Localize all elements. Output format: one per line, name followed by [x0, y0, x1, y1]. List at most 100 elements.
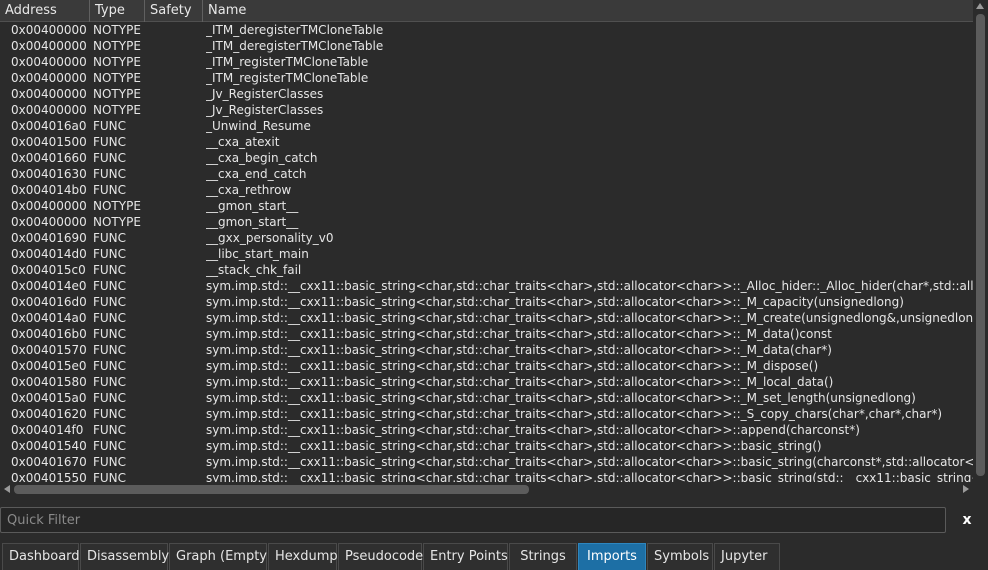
table-row[interactable]: 0x00400000 NOTYPE _ITM_deregisterTMCloneTa…: [0, 22, 973, 38]
cell-type: NOTYPE: [93, 23, 141, 37]
table-row[interactable]: 0x00400000 NOTYPE _ITM_registerTMCloneTabl…: [0, 54, 973, 70]
table-row[interactable]: 0x004014f0 FUNC sym.imp.std::__cxx11::basi…: [0, 422, 973, 438]
cell-type: FUNC: [93, 359, 127, 373]
cell-address: 0x00401670: [11, 455, 87, 469]
cell-name: __cxa_rethrow: [206, 183, 292, 197]
cell-name: _Unwind_Resume: [206, 119, 311, 133]
cell-name: sym.imp.std::__cxx11::basic_string<char,…: [206, 311, 973, 325]
table-row[interactable]: 0x004015a0 FUNC sym.imp.std::__cxx11::basi…: [0, 390, 973, 406]
table-row[interactable]: 0x00400000 NOTYPE _Jv_RegisterClasses: [0, 102, 973, 118]
tab-entry-points[interactable]: Entry Points: [423, 543, 508, 570]
table-row[interactable]: 0x004015c0 FUNC __stack_chk_fail: [0, 262, 973, 278]
cell-address: 0x00400000: [11, 55, 87, 69]
table-row[interactable]: 0x004014e0 FUNC sym.imp.std::__cxx11::basi…: [0, 278, 973, 294]
table-row[interactable]: 0x004014b0 FUNC __cxa_rethrow: [0, 182, 973, 198]
tab-jupyter[interactable]: Jupyter: [714, 543, 780, 570]
clear-filter-button[interactable]: x: [954, 507, 980, 533]
table-row[interactable]: 0x00400000 NOTYPE __gmon_start__: [0, 214, 973, 230]
tab-disassembly[interactable]: Disassembly: [80, 543, 169, 570]
cell-type: FUNC: [93, 295, 127, 309]
cell-address: 0x004015a0: [11, 391, 87, 405]
scroll-right-arrow-icon[interactable]: [963, 485, 969, 493]
vertical-scroll-thumb[interactable]: [976, 14, 985, 476]
column-header-name[interactable]: Name: [203, 0, 973, 22]
tab-dashboard[interactable]: Dashboard: [2, 543, 80, 570]
cell-type: NOTYPE: [93, 55, 141, 69]
table-row[interactable]: 0x004014a0 FUNC sym.imp.std::__cxx11::basi…: [0, 310, 973, 326]
table-row[interactable]: 0x00401670 FUNC sym.imp.std::__cxx11::basi…: [0, 454, 973, 470]
cell-name: sym.imp.std::__cxx11::basic_string<char,…: [206, 407, 943, 421]
table-row[interactable]: 0x00401660 FUNC __cxa_begin_catch: [0, 150, 973, 166]
cell-type: FUNC: [93, 311, 127, 325]
cell-address: 0x00400000: [11, 215, 87, 229]
cell-address: 0x004015e0: [11, 359, 87, 373]
cell-address: 0x004015c0: [11, 263, 86, 277]
cell-address: 0x00401550: [11, 471, 87, 482]
horizontal-scrollbar[interactable]: [0, 482, 973, 497]
table-header: Address Type Safety Name: [0, 0, 973, 22]
column-header-type[interactable]: Type: [90, 0, 145, 22]
table-row[interactable]: 0x00400000 NOTYPE _ITM_registerTMCloneTabl…: [0, 70, 973, 86]
cell-name: sym.imp.std::__cxx11::basic_string<char,…: [206, 471, 973, 482]
cell-type: FUNC: [93, 375, 127, 389]
cell-type: FUNC: [93, 343, 127, 357]
tab-imports[interactable]: Imports: [578, 543, 646, 570]
cell-type: FUNC: [93, 119, 127, 133]
tab-graph[interactable]: Graph (Empty): [169, 543, 272, 570]
table-row[interactable]: 0x004016a0 FUNC _Unwind_Resume: [0, 118, 973, 134]
cell-type: NOTYPE: [93, 87, 141, 101]
cell-address: 0x00400000: [11, 39, 87, 53]
cell-name: sym.imp.std::__cxx11::basic_string<char,…: [206, 343, 832, 357]
column-header-address[interactable]: Address: [0, 0, 90, 22]
tab-symbols[interactable]: Symbols: [647, 543, 713, 570]
table-row[interactable]: 0x00401620 FUNC sym.imp.std::__cxx11::basi…: [0, 406, 973, 422]
cell-type: FUNC: [93, 439, 127, 453]
cell-address: 0x00401690: [11, 231, 87, 245]
table-row[interactable]: 0x004016b0 FUNC sym.imp.std::__cxx11::basi…: [0, 326, 973, 342]
cell-address: 0x004014a0: [11, 311, 87, 325]
cell-address: 0x004014b0: [11, 183, 87, 197]
tab-strings[interactable]: Strings: [509, 543, 577, 570]
table-row[interactable]: 0x00401570 FUNC sym.imp.std::__cxx11::basi…: [0, 342, 973, 358]
cell-type: FUNC: [93, 263, 127, 277]
cell-type: FUNC: [93, 231, 127, 245]
tab-pseudocode[interactable]: Pseudocode: [338, 543, 423, 570]
cell-type: FUNC: [93, 167, 127, 181]
table-row[interactable]: 0x00401500 FUNC __cxa_atexit: [0, 134, 973, 150]
cell-address: 0x00400000: [11, 23, 87, 37]
cell-type: FUNC: [93, 135, 127, 149]
table-row[interactable]: 0x004016d0 FUNC sym.imp.std::__cxx11::basi…: [0, 294, 973, 310]
quick-filter-input[interactable]: [0, 507, 946, 533]
cell-address: 0x00400000: [11, 71, 87, 85]
horizontal-scroll-thumb[interactable]: [14, 485, 529, 494]
table-row[interactable]: 0x00401550 FUNC sym.imp.std::__cxx11::basi…: [0, 470, 973, 482]
cell-name: sym.imp.std::__cxx11::basic_string<char,…: [206, 375, 834, 389]
table-row[interactable]: 0x004015e0 FUNC sym.imp.std::__cxx11::basi…: [0, 358, 973, 374]
scroll-up-arrow-icon[interactable]: [976, 3, 984, 9]
table-row[interactable]: 0x00401580 FUNC sym.imp.std::__cxx11::basi…: [0, 374, 973, 390]
cell-address: 0x004014d0: [11, 247, 87, 261]
table-row[interactable]: 0x00400000 NOTYPE _ITM_deregisterTMCloneTa…: [0, 38, 973, 54]
table-row[interactable]: 0x00401690 FUNC __gxx_personality_v0: [0, 230, 973, 246]
vertical-scrollbar[interactable]: [973, 0, 988, 482]
cell-address: 0x004016b0: [11, 327, 87, 341]
cell-type: NOTYPE: [93, 39, 141, 53]
scroll-left-arrow-icon[interactable]: [4, 485, 10, 493]
cell-name: _ITM_registerTMCloneTable: [206, 71, 369, 85]
cell-address: 0x00400000: [11, 87, 87, 101]
cell-type: FUNC: [93, 391, 127, 405]
cell-name: __gmon_start__: [206, 215, 299, 229]
table-row[interactable]: 0x00400000 NOTYPE _Jv_RegisterClasses: [0, 86, 973, 102]
table-row[interactable]: 0x004014d0 FUNC __libc_start_main: [0, 246, 973, 262]
tab-hexdump[interactable]: Hexdump: [268, 543, 338, 570]
table-row[interactable]: 0x00401630 FUNC __cxa_end_catch: [0, 166, 973, 182]
cell-address: 0x00401660: [11, 151, 87, 165]
cell-type: FUNC: [93, 151, 127, 165]
cell-name: sym.imp.std::__cxx11::basic_string<char,…: [206, 439, 822, 453]
table-row[interactable]: 0x00400000 NOTYPE __gmon_start__: [0, 198, 973, 214]
table-row[interactable]: 0x00401540 FUNC sym.imp.std::__cxx11::basi…: [0, 438, 973, 454]
column-header-safety[interactable]: Safety: [145, 0, 203, 22]
cell-name: sym.imp.std::__cxx11::basic_string<char,…: [206, 423, 860, 437]
cell-type: FUNC: [93, 183, 127, 197]
cell-address: 0x004016d0: [11, 295, 87, 309]
